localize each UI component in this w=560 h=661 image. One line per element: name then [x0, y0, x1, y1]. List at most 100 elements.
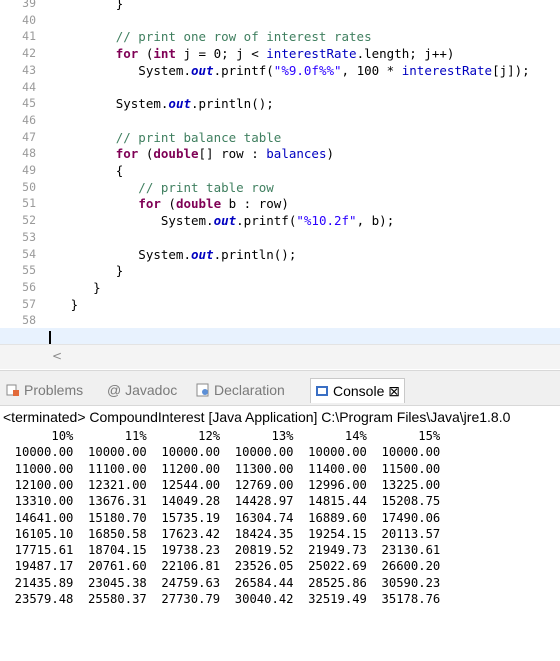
code-token: b : row): [221, 196, 289, 212]
code-line[interactable]: 56 }: [0, 279, 560, 296]
line-number: 40: [22, 12, 36, 27]
scroll-left-icon[interactable]: <: [52, 349, 62, 363]
code-token: [j]);: [492, 62, 530, 78]
code-text: for (double b : row): [48, 195, 289, 212]
code-token: interestRate: [266, 46, 357, 62]
code-token: for: [115, 46, 139, 62]
code-token: , 100 *: [341, 62, 402, 78]
code-line[interactable]: 45 System.out.println();: [0, 95, 560, 112]
tab-console[interactable]: Console ⊠: [310, 378, 405, 403]
code-token: double: [153, 146, 199, 162]
tab-problems[interactable]: Problems: [6, 380, 83, 400]
line-number: 39: [22, 0, 36, 10]
code-line[interactable]: 42 for (int j = 0; j < interestRate.leng…: [0, 45, 560, 62]
code-line[interactable]: 58: [0, 312, 560, 329]
console-row: 14641.00 15180.70 15735.19 16304.74 1688…: [0, 510, 441, 525]
horizontal-scrollbar[interactable]: <: [0, 344, 560, 369]
line-number: 56: [22, 279, 36, 294]
code-text: }: [48, 279, 101, 296]
code-text: System.out.println();: [48, 246, 296, 263]
tab-declaration[interactable]: Declaration: [196, 380, 285, 400]
code-token: out: [191, 62, 214, 78]
line-number: 58: [22, 313, 36, 328]
code-token: }: [48, 263, 124, 279]
console-row: 16105.10 16850.58 17623.42 18424.35 1925…: [0, 526, 441, 541]
code-line[interactable]: 43 System.out.printf("%9.0f%%", 100 * in…: [0, 62, 560, 79]
code-line[interactable]: 49 {: [0, 162, 560, 179]
code-text: }: [48, 0, 124, 12]
code-token: .println();: [213, 246, 297, 262]
code-line[interactable]: 39 }: [0, 0, 560, 12]
code-token: out: [168, 96, 191, 112]
console-row: 23579.48 25580.37 27730.79 30040.42 3251…: [0, 592, 441, 606]
code-line[interactable]: 53: [0, 229, 560, 246]
code-token: double: [175, 196, 222, 212]
code-token: (: [138, 146, 154, 162]
console-output[interactable]: 10% 11% 12% 13% 14% 15% 10000.00 10000.0…: [0, 428, 560, 661]
code-token: (: [160, 196, 176, 212]
code-token: [] row :: [198, 146, 267, 162]
tab-javadoc[interactable]: @ Javadoc: [107, 380, 177, 400]
code-line[interactable]: 44: [0, 79, 560, 96]
console-row: 10000.00 10000.00 10000.00 10000.00 1000…: [0, 445, 441, 460]
code-text: // print table row: [48, 179, 273, 196]
code-line[interactable]: 48 for (double[] row : balances): [0, 145, 560, 162]
code-line[interactable]: 55 }: [0, 262, 560, 279]
code-text: }: [48, 296, 79, 313]
code-text: System.out.printf("%10.2f", b);: [48, 212, 394, 229]
text-cursor: [49, 331, 51, 344]
code-line[interactable]: 47 // print balance table: [0, 129, 560, 146]
code-text: System.out.println();: [48, 95, 274, 112]
code-token: System.: [48, 213, 214, 229]
line-number: 46: [22, 112, 36, 127]
line-number: 47: [22, 129, 36, 144]
code-line[interactable]: 54 System.out.println();: [0, 246, 560, 263]
line-number: 41: [22, 29, 36, 44]
code-text: for (int j = 0; j < interestRate.length;…: [48, 45, 455, 62]
line-number: 49: [22, 163, 36, 177]
code-line[interactable]: 46: [0, 112, 560, 129]
code-token: out: [213, 213, 237, 229]
code-text: {: [48, 162, 124, 179]
code-text: // print one row of interest rates: [48, 28, 372, 45]
code-token: System.: [48, 246, 191, 262]
code-token: "%10.2f": [296, 213, 357, 229]
line-number: 57: [22, 296, 36, 311]
line-number: 42: [22, 46, 36, 61]
code-token: .length; j++): [356, 46, 455, 62]
console-row: 13310.00 13676.31 14049.28 14428.97 1481…: [0, 494, 441, 509]
code-editor[interactable]: 39 } 40 41 // print one row of interest ra…: [0, 0, 560, 344]
code-token: "%9.0f%%": [273, 62, 342, 78]
line-number: 48: [22, 146, 36, 161]
console-row: 17715.61 18704.15 19738.23 20819.52 2194…: [0, 543, 441, 558]
code-token: .println();: [191, 96, 274, 112]
current-line-highlight: [0, 328, 560, 344]
code-line[interactable]: 51 for (double b : row): [0, 195, 560, 212]
code-line[interactable]: 40: [0, 12, 560, 29]
code-token: j = 0; j <: [175, 46, 267, 62]
console-status-line: <terminated> CompoundInterest [Java Appl…: [0, 405, 560, 428]
code-line[interactable]: 41 // print one row of interest rates: [0, 28, 560, 45]
code-token: int: [153, 46, 176, 62]
code-token: // print one row of interest rates: [48, 29, 372, 45]
code-token: , b);: [356, 213, 395, 229]
code-token: .printf(: [213, 62, 274, 78]
console-row: 21435.89 23045.38 24759.63 26584.44 2852…: [0, 575, 441, 590]
code-token: for: [115, 146, 139, 162]
code-line[interactable]: 57 }: [0, 296, 560, 313]
console-row: 12100.00 12321.00 12544.00 12769.00 1299…: [0, 477, 441, 492]
code-token: }: [48, 296, 79, 312]
console-header-row: 10% 11% 12% 13% 14% 15%: [0, 429, 441, 443]
code-line[interactable]: 50 // print table row: [0, 179, 560, 196]
line-number: 52: [22, 213, 36, 228]
code-token: for: [138, 196, 161, 212]
code-line[interactable]: 52 System.out.printf("%10.2f", b);: [0, 212, 560, 229]
line-number: 55: [22, 263, 36, 278]
code-text: // print balance table: [48, 129, 282, 146]
line-number: 44: [22, 79, 36, 94]
code-token: {: [48, 163, 124, 178]
code-text: }: [48, 262, 124, 279]
line-number: 50: [22, 179, 36, 194]
code-token: interestRate: [401, 62, 493, 78]
